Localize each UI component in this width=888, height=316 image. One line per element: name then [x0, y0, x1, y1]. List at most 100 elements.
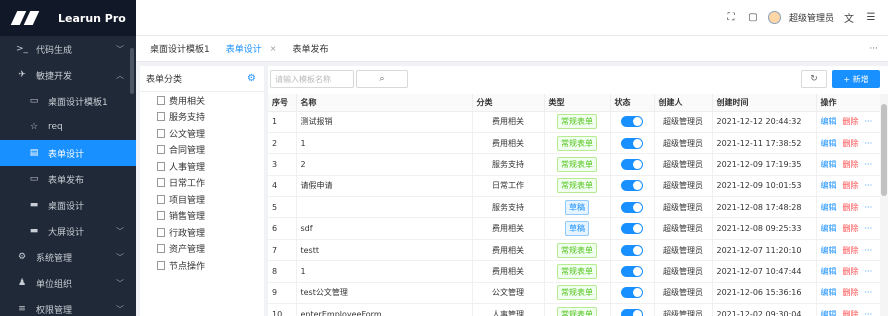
category-item[interactable]: 人事管理: [140, 158, 264, 175]
menu-icon: ▤: [29, 148, 39, 158]
sidebar-scrollbar[interactable]: [130, 48, 134, 94]
more-icon[interactable]: ···: [865, 203, 873, 212]
avatar[interactable]: [767, 11, 781, 24]
table-row[interactable]: 4 请假申请 日常工作 常规表单 超级管理员 2021-12-09 10:01:53 编辑删…: [268, 175, 881, 198]
scrollbar-thumb[interactable]: [881, 104, 887, 196]
table-row[interactable]: 6 sdf 费用相关 草稿 超级管理员 2021-12-08 09:25:33 编辑 删除 ··…: [268, 217, 881, 240]
status-toggle[interactable]: [621, 201, 643, 213]
add-button[interactable]: + 新增: [832, 70, 880, 88]
category-item[interactable]: 日常工作: [140, 175, 264, 192]
more-icon[interactable]: ···: [865, 288, 873, 297]
tab-item[interactable]: 表单设计 ×: [218, 36, 285, 62]
table-row[interactable]: 3 2 服务支持 常规表单 超级管理员 2021-12-09 17:19:35 编辑 删除 ··…: [268, 153, 881, 176]
category-item[interactable]: 行政管理: [140, 224, 264, 241]
sidebar-item[interactable]: ☆ req: [0, 114, 136, 140]
edit-link[interactable]: 编辑: [821, 117, 837, 126]
status-toggle[interactable]: [621, 116, 643, 128]
settings-icon[interactable]: ☰: [864, 12, 878, 23]
delete-link[interactable]: 删除: [843, 288, 859, 297]
status-toggle[interactable]: [621, 287, 643, 299]
tab-label: 表单设计: [225, 45, 262, 55]
delete-link[interactable]: 删除: [843, 246, 859, 255]
edit-link[interactable]: 编辑: [821, 310, 837, 316]
delete-link[interactable]: 删除: [843, 310, 859, 316]
sidebar-item[interactable]: ▬ 大屏设计 ﹀: [0, 218, 136, 244]
message-icon[interactable]: ▢: [746, 12, 760, 23]
more-icon[interactable]: ···: [865, 224, 873, 233]
search-input[interactable]: 请输入模板名称: [270, 70, 354, 88]
table-row[interactable]: 5 服务支持 草稿 超级管理员 2021-12-08 17:48:28 编辑 删除 ···: [268, 196, 881, 219]
sidebar-item[interactable]: ▬ 桌面设计: [0, 192, 136, 218]
sidebar-item[interactable]: ✈ 敏捷开发 ︿: [0, 62, 136, 88]
delete-link[interactable]: 删除: [843, 139, 859, 148]
more-icon[interactable]: ···: [865, 246, 873, 255]
tab-label: 表单发布: [292, 45, 329, 55]
category-item[interactable]: 销售管理: [140, 208, 264, 225]
category-item[interactable]: 项目管理: [140, 191, 264, 208]
delete-link[interactable]: 删除: [843, 224, 859, 233]
more-icon[interactable]: ···: [865, 139, 873, 148]
form-category: 费用相关: [472, 111, 545, 133]
status-toggle[interactable]: [621, 223, 643, 235]
category-item[interactable]: 资产管理: [140, 241, 264, 258]
table-row[interactable]: 10 enterEmployeeForm 人事管理 常规表单 超级管理员 2021-12-…: [268, 303, 881, 316]
more-icon[interactable]: ···: [865, 267, 873, 276]
edit-link[interactable]: 编辑: [821, 224, 837, 233]
fullscreen-icon[interactable]: ⛶: [724, 12, 738, 23]
category-item[interactable]: 合同管理: [140, 142, 264, 159]
more-icon[interactable]: ···: [865, 117, 873, 126]
category-item[interactable]: 公文管理: [140, 125, 264, 142]
type-tag: 草稿: [565, 199, 589, 215]
sidebar-item[interactable]: ▭ 桌面设计模板1: [0, 88, 136, 114]
table-row[interactable]: 8 1 费用相关 常规表单 超级管理员 2021-12-07 10:47:44 编辑 删除 ··…: [268, 260, 881, 283]
sidebar-item[interactable]: ▭ 表单发布: [0, 166, 136, 192]
edit-link[interactable]: 编辑: [821, 246, 837, 255]
tab-item[interactable]: 表单发布: [284, 36, 336, 62]
user-name[interactable]: 超级管理员: [789, 11, 834, 24]
tab-item[interactable]: 桌面设计模板1: [142, 36, 218, 62]
menu-icon: ▭: [29, 174, 39, 184]
table-row[interactable]: 1 测试报销 费用相关 常规表单 超级管理员 2021-12-12 20:44:32 编辑删…: [268, 111, 881, 133]
status-toggle[interactable]: [621, 308, 643, 316]
edit-link[interactable]: 编辑: [821, 181, 837, 190]
close-icon[interactable]: ×: [270, 44, 277, 53]
delete-link[interactable]: 删除: [843, 203, 859, 212]
sidebar-item[interactable]: ⚙ 系统管理 ﹀: [0, 244, 136, 270]
table-row[interactable]: 2 1 费用相关 常规表单 超级管理员 2021-12-11 17:38:52 编辑 删除 ··…: [268, 132, 881, 155]
status-toggle[interactable]: [621, 244, 643, 256]
row-number: 9: [268, 282, 297, 305]
delete-link[interactable]: 删除: [843, 117, 859, 126]
tab-more-icon[interactable]: ···: [869, 44, 878, 54]
more-icon[interactable]: ···: [865, 310, 873, 316]
table-row[interactable]: 9 test公文管理 公文管理 常规表单 超级管理员 2021-12-06 15:36:1…: [268, 282, 881, 305]
edit-link[interactable]: 编辑: [821, 160, 837, 169]
status-toggle[interactable]: [621, 137, 643, 149]
category-item[interactable]: 节点操作: [140, 257, 264, 274]
category-item[interactable]: 费用相关: [140, 92, 264, 109]
more-icon[interactable]: ···: [865, 160, 873, 169]
sidebar-item[interactable]: ≡ 权限管理 ﹀: [0, 296, 136, 316]
edit-link[interactable]: 编辑: [821, 267, 837, 276]
gear-icon[interactable]: ⚙: [247, 73, 256, 84]
sidebar-item[interactable]: ▤ 表单设计: [0, 140, 136, 166]
sidebar-item-label: 敏捷开发: [36, 71, 73, 82]
more-icon[interactable]: ···: [865, 181, 873, 190]
delete-link[interactable]: 删除: [843, 160, 859, 169]
refresh-button[interactable]: ↻: [801, 70, 827, 88]
status-toggle[interactable]: [621, 265, 643, 277]
logo[interactable]: Learun Pro: [0, 0, 136, 36]
edit-link[interactable]: 编辑: [821, 203, 837, 212]
edit-link[interactable]: 编辑: [821, 139, 837, 148]
edit-link[interactable]: 编辑: [821, 288, 837, 297]
delete-link[interactable]: 删除: [843, 267, 859, 276]
sidebar-item[interactable]: ♟ 单位组织 ﹀: [0, 270, 136, 296]
status-toggle[interactable]: [621, 158, 643, 170]
table-scrollbar[interactable]: [880, 94, 888, 316]
translate-icon[interactable]: 文: [842, 10, 856, 25]
search-button[interactable]: ⌕: [356, 70, 408, 88]
table-row[interactable]: 7 testt 费用相关 常规表单 超级管理员 2021-12-07 11:20:10 编辑…: [268, 239, 881, 262]
delete-link[interactable]: 删除: [843, 181, 859, 190]
sidebar-item[interactable]: >_ 代码生成 ﹀: [0, 36, 136, 62]
status-toggle[interactable]: [621, 180, 643, 192]
category-item[interactable]: 服务支持: [140, 109, 264, 126]
